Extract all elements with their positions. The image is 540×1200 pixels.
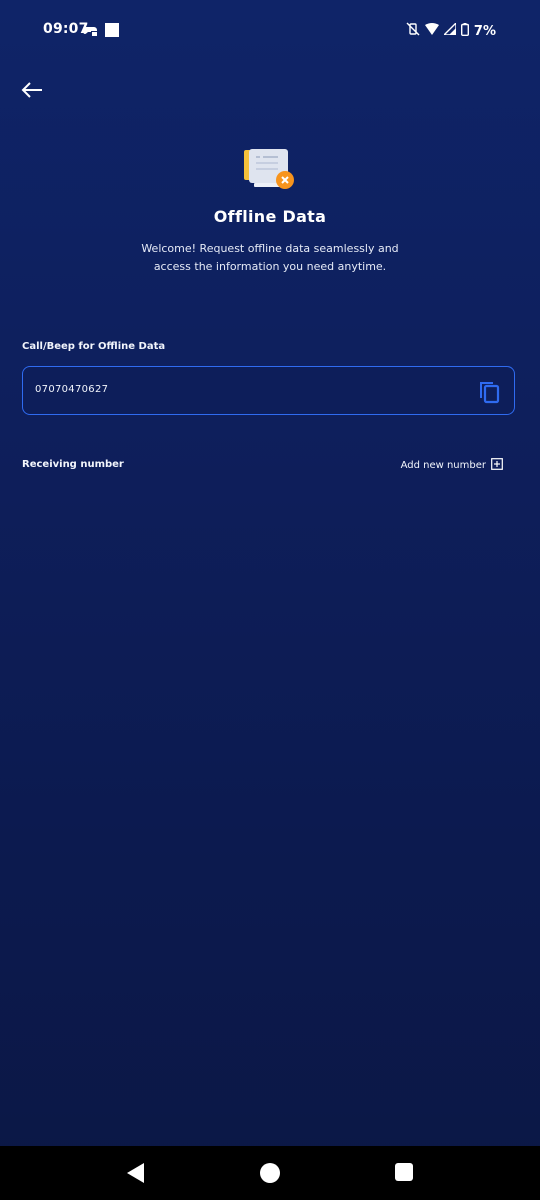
copy-icon bbox=[476, 382, 502, 408]
add-new-number-button[interactable]: Add new number bbox=[401, 458, 503, 473]
copy-button[interactable] bbox=[476, 378, 502, 404]
status-left-icons bbox=[83, 22, 119, 41]
status-bar: 09:07 7% bbox=[0, 0, 540, 60]
back-arrow-icon bbox=[21, 82, 43, 102]
offline-number-value: 07070470627 bbox=[35, 384, 109, 395]
subtitle-line-2: access the information you need anytime. bbox=[153, 260, 387, 273]
nav-back-button[interactable] bbox=[125, 1162, 147, 1184]
back-button[interactable] bbox=[18, 78, 46, 106]
add-new-number-label: Add new number bbox=[400, 460, 486, 471]
receiving-number-label: Receiving number bbox=[22, 459, 124, 470]
status-right-icons: 7% bbox=[406, 21, 496, 40]
subtitle-line-1: Welcome! Request offline data seamlessly… bbox=[141, 242, 399, 255]
signal-icon bbox=[442, 21, 457, 39]
wifi-icon bbox=[424, 23, 439, 39]
game-controller-icon bbox=[83, 22, 97, 41]
square-recents-icon bbox=[394, 1163, 414, 1186]
status-time: 09:07 bbox=[43, 21, 89, 37]
notification-square-icon bbox=[105, 22, 119, 41]
battery-percent: 7% bbox=[473, 23, 496, 39]
triangle-back-icon bbox=[125, 1163, 145, 1188]
system-nav-bar bbox=[0, 1146, 540, 1200]
page-title: Offline Data bbox=[213, 207, 327, 226]
circle-home-icon bbox=[259, 1163, 281, 1188]
add-box-icon bbox=[491, 458, 503, 473]
offline-number-field[interactable]: 07070470627 bbox=[22, 366, 515, 415]
nav-recents-button[interactable] bbox=[394, 1162, 416, 1184]
mute-vibrate-icon bbox=[406, 22, 420, 40]
call-beep-label: Call/Beep for Offline Data bbox=[22, 341, 166, 352]
battery-icon bbox=[460, 22, 469, 40]
document-icon bbox=[244, 146, 298, 192]
page-subtitle: Welcome! Request offline data seamlessly… bbox=[120, 240, 420, 276]
nav-home-button[interactable] bbox=[259, 1162, 281, 1184]
